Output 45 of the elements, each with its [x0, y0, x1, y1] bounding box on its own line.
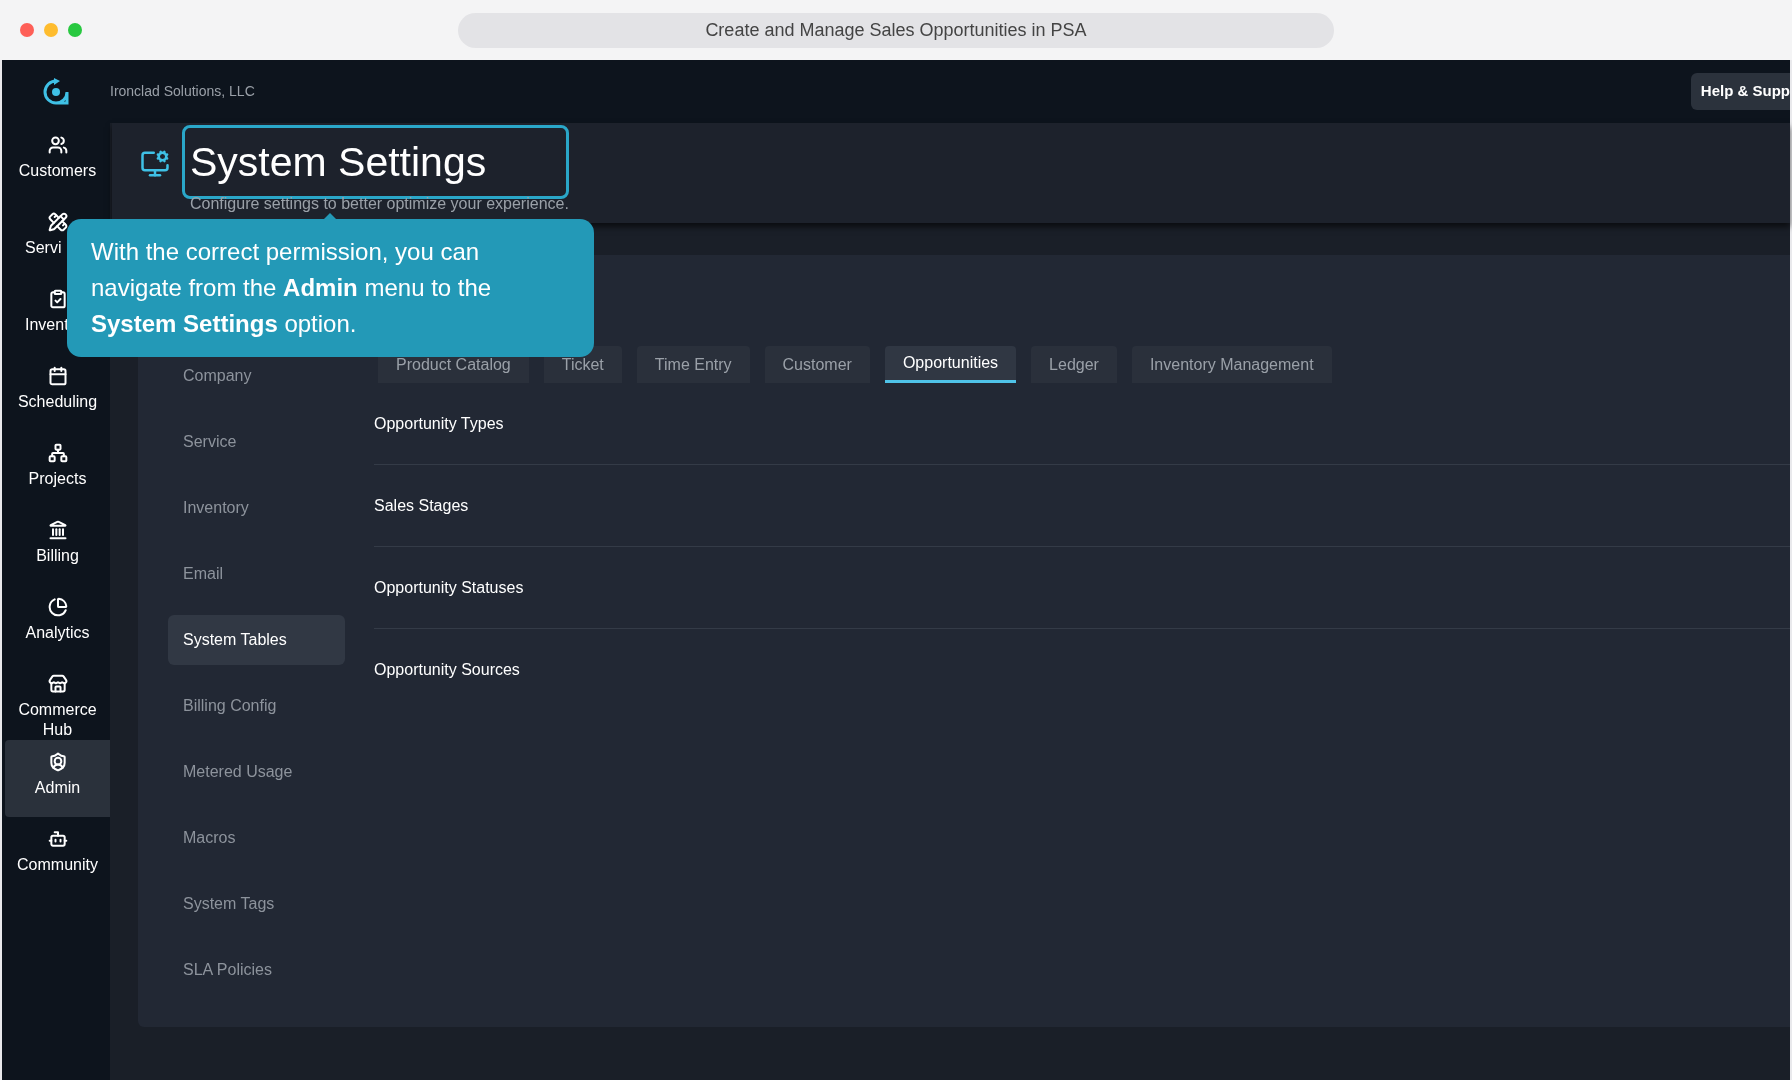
settings-menu-item[interactable]: Metered Usage — [168, 747, 345, 797]
hierarchy-icon — [47, 443, 68, 463]
bank-icon — [47, 520, 68, 540]
sidebar-item[interactable]: Analytics — [5, 585, 110, 662]
settings-menu-item[interactable]: Macros — [168, 813, 345, 863]
maximize-window-icon[interactable] — [68, 23, 82, 37]
sidebar-item[interactable]: Commerce Hub — [5, 662, 110, 740]
table-row-label[interactable]: Opportunity Sources — [374, 658, 520, 682]
sidebar-item[interactable]: Billing — [5, 508, 110, 585]
people-icon — [47, 135, 68, 155]
settings-menu-item[interactable]: Inventory — [168, 483, 345, 533]
minimize-window-icon[interactable] — [44, 23, 58, 37]
table-row-label[interactable]: Opportunity Types — [374, 411, 504, 436]
close-window-icon[interactable] — [20, 23, 34, 37]
pencil-ruler-icon — [47, 212, 68, 232]
table-row-label[interactable]: Opportunity Statuses — [374, 575, 524, 600]
tab[interactable]: Opportunities — [884, 346, 1017, 383]
settings-menu-item[interactable]: Billing Config — [168, 681, 345, 731]
settings-menu-item[interactable]: System Tags — [168, 879, 345, 929]
window-title: Create and Manage Sales Opportunities in PSA — [458, 13, 1334, 48]
company-name: Ironclad Solutions, LLC — [110, 82, 255, 101]
sidebar-item[interactable]: Projects — [5, 431, 110, 508]
tab[interactable]: Inventory Management — [1131, 346, 1332, 383]
settings-menu-item[interactable]: SLA Policies — [168, 945, 345, 995]
pie-chart-icon — [47, 597, 68, 617]
tab[interactable]: Customer — [764, 346, 870, 383]
sidebar-item[interactable]: Community — [5, 817, 110, 894]
table-row-label[interactable]: Sales Stages — [374, 493, 469, 518]
sidebar-item[interactable]: Customers — [5, 123, 110, 200]
settings-menu-item[interactable]: System Tables — [168, 615, 345, 665]
sidebar-item[interactable]: Admin — [5, 740, 110, 817]
store-icon — [47, 674, 68, 694]
bot-icon — [47, 829, 68, 849]
settings-menu-item[interactable]: Service — [168, 417, 345, 467]
clipboard-check-icon — [47, 289, 68, 309]
sidebar-item[interactable]: Scheduling — [5, 354, 110, 431]
tab[interactable]: Time Entry — [636, 346, 750, 383]
help-support-button[interactable]: Help & Supp — [1690, 73, 1790, 110]
logo-icon[interactable] — [42, 77, 70, 106]
tab[interactable]: Ledger — [1031, 346, 1117, 383]
monitor-gear-icon — [140, 149, 170, 179]
calendar-icon — [47, 366, 68, 386]
settings-menu-item[interactable]: Email — [168, 549, 345, 599]
shield-user-icon — [47, 752, 68, 772]
tooltip-text: With the correct permission, you can navigate from the Admin menu to the System Settings option. — [91, 238, 492, 337]
